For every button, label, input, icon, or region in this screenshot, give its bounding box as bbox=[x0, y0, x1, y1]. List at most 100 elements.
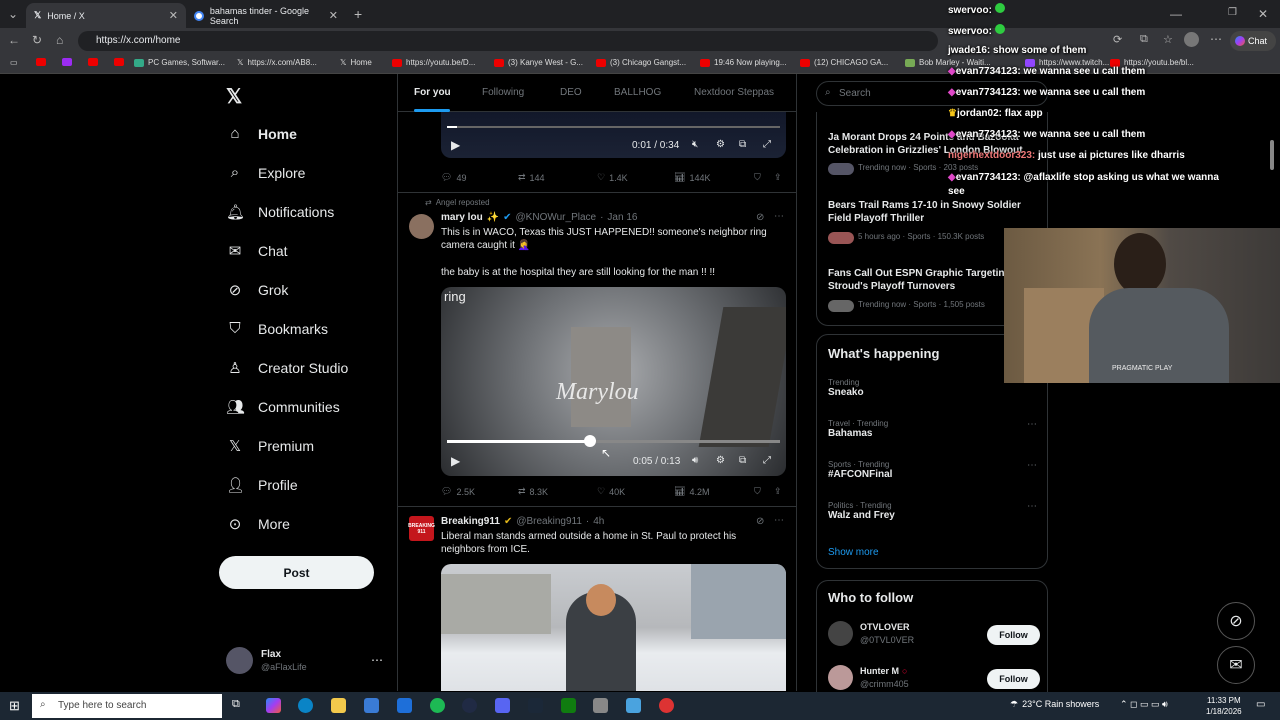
bookmark-item[interactable]: (12) CHICAGO GA... bbox=[800, 58, 888, 67]
follow-name-row[interactable]: Hunter M ○ bbox=[860, 666, 907, 676]
trend-item[interactable]: Travel · Trending Bahamas bbox=[828, 419, 888, 439]
close-icon[interactable]: ✕ bbox=[169, 9, 178, 22]
news-headline[interactable]: Bears Trail Rams 17-10 in Snowy Soldier … bbox=[828, 199, 1038, 225]
avatar[interactable]: BREAKING 911 bbox=[408, 516, 435, 541]
tab-list-icon[interactable]: ⌄ bbox=[8, 7, 18, 21]
views-button[interactable]: 📊︎ 4.2M bbox=[674, 486, 709, 497]
xbox-icon[interactable] bbox=[561, 698, 576, 713]
gear-icon[interactable]: ⚙ bbox=[716, 455, 725, 466]
nav-item-premium[interactable]: 𝕏 Premium bbox=[226, 437, 314, 455]
like-button[interactable]: ♡ 1.4K bbox=[597, 172, 628, 183]
nav-item-profile[interactable]: 👤︎ Profile bbox=[226, 476, 298, 494]
tab-deo[interactable]: DEO bbox=[560, 87, 582, 98]
file-explorer-icon[interactable] bbox=[331, 698, 346, 713]
fullscreen-icon[interactable]: ⤢ bbox=[763, 139, 771, 150]
app-icon[interactable] bbox=[462, 698, 477, 713]
close-window-icon[interactable]: ✕ bbox=[1258, 7, 1268, 21]
author-name[interactable]: Breaking911 bbox=[441, 516, 500, 527]
mute-icon[interactable]: 🔇︎ bbox=[692, 139, 698, 150]
account-switcher[interactable]: Flax @aFlaxLife ⋯ bbox=[226, 647, 386, 677]
tab-nextdoor-steppas[interactable]: Nextdoor Steppas bbox=[694, 87, 774, 98]
avatar[interactable] bbox=[828, 665, 853, 690]
tab-for-you[interactable]: For you bbox=[414, 87, 451, 98]
nav-item-chat[interactable]: ✉ Chat bbox=[226, 242, 288, 260]
scrollbar-thumb[interactable] bbox=[1270, 140, 1274, 170]
post-button[interactable]: Post bbox=[219, 556, 374, 589]
like-button[interactable]: ♡ 40K bbox=[597, 486, 625, 497]
trend-item[interactable]: Sports · Trending #AFCONFinal bbox=[828, 460, 892, 480]
clock[interactable]: 11:33 PM 1/18/2026 bbox=[1206, 695, 1242, 717]
bookmark-icon[interactable]: ⛉ bbox=[754, 486, 761, 497]
author-name[interactable]: mary lou bbox=[441, 212, 483, 223]
bookmark-item[interactable]: (3) Chicago Gangst... bbox=[596, 58, 686, 67]
gear-icon[interactable]: ⚙ bbox=[716, 139, 725, 150]
tab-google-search[interactable]: bahamas tinder - Google Search ✕ bbox=[186, 3, 346, 28]
more-dots-icon[interactable]: ⋯ bbox=[1027, 501, 1037, 512]
follow-name[interactable]: OTVLOVER bbox=[860, 622, 910, 632]
more-dots-icon[interactable]: ⋯ bbox=[371, 653, 383, 667]
avatar[interactable] bbox=[409, 214, 434, 239]
tweet-image[interactable] bbox=[441, 564, 786, 691]
video-progress-track[interactable] bbox=[447, 126, 780, 128]
edge-icon[interactable] bbox=[298, 698, 313, 713]
author-handle[interactable]: @Breaking911 bbox=[516, 516, 582, 527]
tab-following[interactable]: Following bbox=[482, 87, 524, 98]
mail-icon[interactable] bbox=[397, 698, 412, 713]
grok-icon[interactable]: ⊘ bbox=[1217, 602, 1255, 640]
url-input[interactable]: https://x.com/home bbox=[78, 31, 938, 51]
share-icon[interactable]: ⇪ bbox=[774, 486, 782, 497]
new-tab-icon[interactable]: + bbox=[354, 6, 362, 22]
copilot-chat-button[interactable]: Chat bbox=[1230, 31, 1276, 51]
tab-home-x[interactable]: 𝕏 Home / X ✕ bbox=[26, 3, 186, 28]
spotify-icon[interactable] bbox=[430, 698, 445, 713]
nav-item-grok[interactable]: ⊘ Grok bbox=[226, 281, 289, 299]
views-button[interactable]: 📊︎ 144K bbox=[674, 172, 710, 183]
play-icon[interactable]: ▶ bbox=[451, 138, 460, 152]
trend-item[interactable]: Politics · Trending Walz and Frey bbox=[828, 501, 895, 521]
back-icon[interactable]: ← bbox=[8, 33, 20, 47]
grok-icon[interactable]: ⊘ bbox=[756, 516, 764, 527]
reply-button[interactable]: 💬︎ 49 bbox=[441, 172, 466, 183]
pip-icon[interactable]: ⧉ bbox=[739, 139, 746, 150]
retweet-button[interactable]: ⇄ 8.3K bbox=[518, 486, 548, 497]
nav-item-more[interactable]: ⊙ More bbox=[226, 515, 290, 533]
more-dots-icon[interactable]: ⋯ bbox=[1027, 419, 1037, 430]
nav-item-notifications[interactable]: 🔔︎ Notifications bbox=[226, 203, 334, 221]
refresh-icon[interactable]: ↻ bbox=[32, 33, 42, 47]
more-dots-icon[interactable]: ⋯ bbox=[774, 211, 784, 222]
favorites-icon[interactable]: ☆ bbox=[1163, 33, 1173, 46]
bookmark-icon[interactable]: ⛉ bbox=[754, 172, 761, 183]
video-player[interactable]: ▶ 0:01 / 0:34 🔇︎ ⚙ ⧉ ⤢ bbox=[441, 112, 786, 158]
copilot-icon[interactable] bbox=[266, 698, 281, 713]
windows-start-icon[interactable]: ⊞ bbox=[9, 698, 20, 714]
trend-item[interactable]: Trending Sneako bbox=[828, 378, 864, 398]
home-icon[interactable]: ⌂ bbox=[56, 33, 63, 47]
bookmark-icon-only[interactable] bbox=[88, 58, 98, 66]
nav-item-home[interactable]: ⌂ Home bbox=[226, 125, 296, 142]
weather-widget[interactable]: ☂ 23°C Rain showers bbox=[1010, 699, 1099, 710]
minimize-icon[interactable]: — bbox=[1170, 7, 1182, 21]
close-icon[interactable]: ✕ bbox=[329, 9, 338, 22]
obs-icon[interactable] bbox=[659, 698, 674, 713]
retweet-button[interactable]: ⇄ 144 bbox=[518, 172, 545, 183]
messages-icon[interactable]: ✉ bbox=[1217, 646, 1255, 684]
app-icon[interactable] bbox=[626, 698, 641, 713]
follow-button[interactable]: Follow bbox=[987, 625, 1040, 645]
system-tray-icons[interactable]: ⌃ ◻ ▭ ▭ 🔊︎ bbox=[1120, 699, 1168, 710]
discord-icon[interactable] bbox=[495, 698, 510, 713]
nav-item-creator-studio[interactable]: ♙ Creator Studio bbox=[226, 359, 348, 377]
show-more-link[interactable]: Show more bbox=[828, 547, 879, 558]
store-icon[interactable] bbox=[364, 698, 379, 713]
video-player[interactable]: ring Marylou ▶ 0:05 / 0:13 🔊︎ ⚙ ⧉ ⤢ bbox=[441, 287, 786, 476]
pip-icon[interactable]: ⧉ bbox=[739, 455, 746, 466]
task-view-icon[interactable]: ⧉ bbox=[232, 698, 247, 713]
video-progress-track[interactable] bbox=[447, 440, 780, 443]
bookmark-item[interactable]: (3) Kanye West - G... bbox=[494, 58, 583, 67]
split-screen-icon[interactable]: ⧉ bbox=[1140, 33, 1148, 46]
steam-icon[interactable] bbox=[528, 698, 543, 713]
more-dots-icon[interactable]: ⋯ bbox=[1027, 460, 1037, 471]
more-dots-icon[interactable]: ⋯ bbox=[774, 515, 784, 526]
follow-button[interactable]: Follow bbox=[987, 669, 1040, 689]
grok-icon[interactable]: ⊘ bbox=[756, 212, 764, 223]
tab-ballhog[interactable]: BALLHOG bbox=[614, 87, 661, 98]
